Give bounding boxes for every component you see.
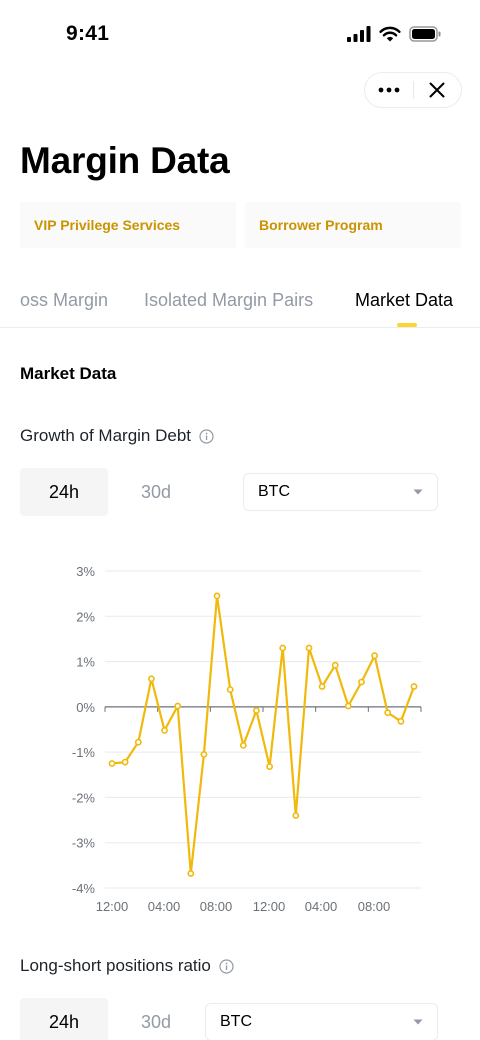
y-tick-label: 1% — [76, 655, 95, 670]
growth-period-30d-button[interactable]: 30d — [112, 468, 200, 516]
y-tick-label: -1% — [72, 745, 96, 760]
data-point — [371, 652, 378, 660]
data-point — [213, 592, 221, 600]
x-tick-label: 04:00 — [148, 899, 181, 914]
data-point — [187, 870, 195, 877]
status-bar: 9:41 — [0, 0, 480, 70]
data-point — [292, 812, 300, 819]
y-tick-label: 0% — [76, 700, 95, 715]
cellular-signal-icon — [347, 26, 371, 42]
status-icons — [347, 26, 442, 42]
vip-privilege-services-link[interactable]: VIP Privilege Services — [20, 202, 236, 248]
info-icon[interactable] — [199, 428, 214, 444]
x-tick-label: 08:00 — [358, 899, 391, 914]
close-button[interactable] — [413, 73, 461, 107]
status-time: 9:41 — [66, 22, 110, 45]
data-point — [331, 661, 339, 669]
long-short-coin-select[interactable]: BTC — [205, 1003, 438, 1040]
page-title: Margin Data — [20, 140, 230, 181]
data-point — [279, 644, 287, 652]
data-point — [226, 686, 234, 693]
data-point — [358, 678, 365, 686]
caret-down-icon — [413, 489, 423, 495]
caret-down-icon — [413, 1019, 423, 1025]
growth-chart: 3%2%1%0%-1%-2%-3%-4%12:00 04:00 08:00 12:00… — [72, 564, 422, 914]
growth-period-24h-button[interactable]: 24h — [20, 468, 108, 516]
data-point — [318, 683, 326, 690]
x-tick-label: 12:00 — [96, 899, 129, 914]
x-tick-label: 08:00 — [200, 899, 233, 914]
y-tick-label: -3% — [72, 836, 96, 851]
long-short-title-label: Long-short positions ratio — [20, 956, 211, 975]
more-dots-icon — [378, 87, 400, 93]
data-point — [410, 683, 418, 690]
x-tick-label: 04:00 — [305, 899, 338, 914]
data-point — [266, 763, 273, 770]
data-point — [200, 751, 208, 758]
long-short-period-30d-button[interactable]: 30d — [112, 998, 200, 1040]
data-point — [161, 727, 168, 734]
data-point — [252, 707, 260, 714]
growth-coin-select[interactable]: BTC — [243, 473, 438, 511]
growth-title-label: Growth of Margin Debt — [20, 426, 192, 445]
data-point — [384, 709, 392, 717]
data-point — [147, 675, 155, 683]
tab-cross-margin[interactable]: oss Margin — [20, 290, 108, 311]
long-short-coin-value: BTC — [220, 1013, 252, 1030]
x-tick-label: 12:00 — [253, 899, 286, 914]
wifi-icon — [379, 26, 401, 42]
close-icon — [429, 82, 445, 98]
long-short-period-24h-button[interactable]: 24h — [20, 998, 108, 1040]
data-point — [344, 702, 352, 710]
tab-isolated-margin-pairs[interactable]: Isolated Margin Pairs — [144, 290, 313, 311]
active-tab-indicator — [397, 323, 417, 327]
growth-coin-value: BTC — [258, 483, 290, 500]
data-point — [239, 742, 247, 749]
data-point — [397, 717, 405, 725]
data-point — [174, 702, 182, 710]
y-tick-label: -2% — [72, 790, 96, 805]
tab-market-data[interactable]: Market Data — [355, 290, 453, 311]
y-tick-label: -4% — [72, 881, 96, 896]
growth-title: Growth of Margin Debt — [20, 426, 214, 446]
series-line — [111, 594, 416, 875]
data-point — [305, 644, 313, 652]
data-point — [108, 760, 116, 767]
data-point — [134, 738, 142, 746]
tab-bar: oss Margin Isolated Margin Pairs Market … — [0, 276, 480, 328]
battery-icon — [409, 26, 441, 42]
y-tick-label: 3% — [76, 564, 95, 579]
long-short-title: Long-short positions ratio — [20, 956, 234, 976]
borrower-program-link[interactable]: Borrower Program — [245, 202, 461, 248]
info-icon[interactable] — [219, 958, 234, 974]
data-point — [121, 758, 129, 766]
section-title: Market Data — [20, 364, 117, 383]
more-button[interactable] — [365, 73, 413, 107]
y-tick-label: 2% — [76, 609, 95, 624]
miniapp-capsule — [364, 72, 462, 108]
